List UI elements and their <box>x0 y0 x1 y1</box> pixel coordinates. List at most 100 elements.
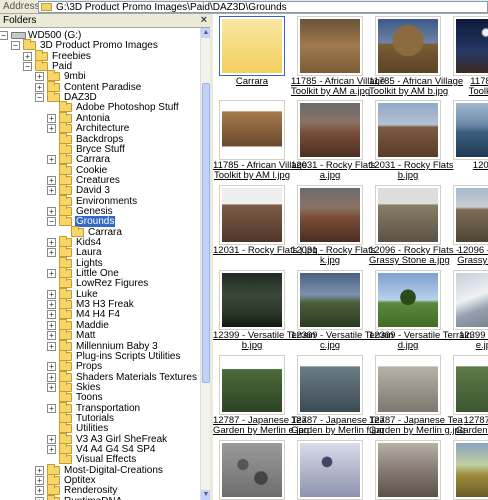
image-thumbnail[interactable] <box>453 355 488 415</box>
thumbnail-item[interactable]: 11785 - African Village Toolkit by AM b.j… <box>369 16 463 98</box>
collapse-icon[interactable]: − <box>0 31 8 40</box>
thumbnail-item[interactable]: 12787 - Japanese Tea Garden by Merlin f.j… <box>291 355 385 437</box>
thumbnail-caption[interactable]: 11785 - African Village Toolkit by AM l.j… <box>213 161 307 181</box>
tree-item[interactable]: − 3D Product Promo Images <box>0 39 200 51</box>
expand-icon[interactable]: + <box>35 82 44 92</box>
thumbnail-item[interactable]: 12399 - Versatile Terrain b.jpg <box>213 270 316 352</box>
expand-icon[interactable]: + <box>47 341 56 351</box>
tree-item[interactable]: Utilities <box>0 422 200 434</box>
tree-item[interactable]: Environments <box>0 194 200 207</box>
image-thumbnail[interactable] <box>219 440 285 500</box>
image-thumbnail[interactable] <box>375 185 441 245</box>
expand-icon[interactable]: + <box>47 269 56 279</box>
tree-item[interactable]: + Kids4 <box>0 236 200 248</box>
thumbnail-item[interactable]: 12031 <box>447 100 488 182</box>
expand-icon[interactable]: + <box>47 175 56 185</box>
thumbnail-caption[interactable]: 12787 - Japanese Tea Garden by Merlin g.j… <box>369 416 465 436</box>
thumbnail-item[interactable]: 13197 - Lunar Craters <box>369 440 447 500</box>
expand-icon[interactable]: + <box>47 206 56 216</box>
tree-item[interactable]: + Matt <box>0 329 200 341</box>
thumbnail-item[interactable]: 12787 - Japanese Tea Garden by Merlin g.j… <box>369 355 465 437</box>
tree-item[interactable]: + V3 A3 Girl SheFreak <box>0 432 200 445</box>
thumbnail-caption[interactable]: 12787 - Japanese Tea Garden by Merlin f.j… <box>291 416 385 436</box>
folder-thumbnail[interactable] <box>219 16 285 76</box>
image-thumbnail[interactable] <box>453 270 488 330</box>
image-thumbnail[interactable] <box>297 355 363 415</box>
thumbnail-caption[interactable]: 12787 - Japanese Tea Garden by Merlin e.j… <box>213 416 309 436</box>
expand-icon[interactable]: + <box>47 320 56 330</box>
tree-item[interactable]: − Grounds <box>0 215 200 228</box>
thumbnail-caption[interactable]: 12399 - Versatile Terrain b.jpg <box>213 331 316 351</box>
expand-icon[interactable]: + <box>47 113 56 123</box>
tree-item[interactable]: + Maddie <box>0 318 200 331</box>
image-thumbnail[interactable] <box>219 185 285 245</box>
thumbnail-item[interactable]: 12031 - Rocky Flats a.jpg <box>291 100 375 182</box>
tree-item[interactable]: + Creatures <box>0 173 200 186</box>
thumbnail-item[interactable]: 12031 - Rocky Flats k.jpg <box>291 185 375 267</box>
tree-item[interactable]: + Optitex <box>0 474 200 486</box>
thumbnail-caption[interactable]: 12031 <box>447 161 488 171</box>
thumbnail-item[interactable]: 12399 - Versatile Terrain d.jpg <box>369 270 472 352</box>
tree-item[interactable]: Carrara <box>0 225 200 238</box>
thumbnail-caption[interactable]: Carrara <box>213 77 291 87</box>
thumbnail-caption[interactable]: 12096 - Rocky Flats - Grassy Stone a.jpg <box>369 246 459 266</box>
image-thumbnail[interactable] <box>297 270 363 330</box>
image-thumbnail[interactable] <box>297 440 363 500</box>
image-thumbnail[interactable] <box>219 270 285 330</box>
thumbnail-item[interactable]: 11785 - African Village Toolkit by AM l.j… <box>213 100 307 182</box>
image-thumbnail[interactable] <box>453 16 488 76</box>
expand-icon[interactable]: + <box>23 51 32 61</box>
expand-icon[interactable]: + <box>47 372 56 382</box>
expand-icon[interactable]: + <box>47 124 56 134</box>
image-thumbnail[interactable] <box>375 100 441 160</box>
thumbnail-caption[interactable]: 12399 - Versatile Terrain c.jpg <box>291 331 394 351</box>
expand-icon[interactable]: + <box>47 382 56 392</box>
thumbnail-caption[interactable]: 12399 - Versatile Terrain d.jpg <box>369 331 472 351</box>
tree-item[interactable]: + Renderosity <box>0 484 200 496</box>
tree-item[interactable]: + Content Paradise <box>0 80 200 93</box>
tree-item[interactable]: + Skies <box>0 380 200 393</box>
collapse-icon[interactable]: − <box>11 41 20 51</box>
tree-item[interactable]: + Carrara <box>0 153 200 165</box>
thumbnail-item[interactable]: 13197 - Lunar Craters <box>291 440 369 500</box>
tree-item[interactable]: + Little One <box>0 267 200 279</box>
thumbnail-item[interactable]: 13197 - Lunar Craters <box>213 440 291 500</box>
image-thumbnail[interactable] <box>219 355 285 415</box>
thumbnail-caption[interactable]: 12031 - Rocky Flats a.jpg <box>291 161 375 181</box>
tree-item[interactable]: Plug-ins Scripts Utilities <box>0 349 200 362</box>
expand-icon[interactable]: + <box>47 186 56 196</box>
image-thumbnail[interactable] <box>453 440 488 500</box>
thumbnail-item[interactable]: 12787 - JaGarden by Me <box>447 355 488 437</box>
tree-item[interactable]: + V4 A4 G4 S4 SP4 <box>0 443 200 455</box>
tree-item[interactable]: + Architecture <box>0 122 200 134</box>
collapse-icon[interactable]: − <box>47 217 56 227</box>
thumbnail-item[interactable]: 12031 - Rocky Flats b.jpg <box>369 100 453 182</box>
thumbnail-caption[interactable]: 12031 - Rocky Flats b.jpg <box>369 161 453 181</box>
thumbnail-item[interactable]: 12399 - Versatile Terrain c.jpg <box>291 270 394 352</box>
tree-item[interactable]: Toons <box>0 391 200 403</box>
expand-icon[interactable]: + <box>47 445 56 454</box>
expand-icon[interactable]: + <box>47 248 56 258</box>
image-thumbnail[interactable] <box>297 100 363 160</box>
tree-item[interactable]: + Antonia <box>0 111 200 124</box>
tree-item[interactable]: Bryce Stuff <box>0 142 200 155</box>
thumbnail-item[interactable]: 13198 - Reve <box>447 440 488 500</box>
thumbnail-caption[interactable]: 12031 - Rocky Flats j.jpg <box>213 246 318 256</box>
tree-item[interactable]: + M3 H3 Freak <box>0 298 200 310</box>
image-thumbnail[interactable] <box>375 355 441 415</box>
thumbnail-caption[interactable]: 11785 - African Village Toolkit by AM b.j… <box>369 77 463 97</box>
thumbnail-item[interactable]: 11785 -Toolkit b <box>447 16 488 98</box>
expand-icon[interactable]: + <box>35 476 44 486</box>
expand-icon[interactable]: + <box>47 331 56 341</box>
tree-item[interactable]: + Freebies <box>0 49 200 62</box>
expand-icon[interactable]: + <box>35 465 44 475</box>
tree-item[interactable]: + Luke <box>0 287 200 300</box>
address-input[interactable]: G:\3D Product Promo Images\Paid\DAZ3D\Gr… <box>38 1 488 13</box>
tree-item[interactable]: Backdrops <box>0 132 200 145</box>
scrollbar-thumb[interactable] <box>202 83 210 383</box>
tree-item[interactable]: − DAZ3D <box>0 91 200 103</box>
thumbnail-caption[interactable]: 11785 -Toolkit b <box>447 77 488 97</box>
tree-item[interactable]: + Transportation <box>0 401 200 414</box>
tree-item[interactable]: Cookie <box>0 163 200 176</box>
thumbnail-caption[interactable]: 12787 - JaGarden by Me <box>447 416 488 436</box>
